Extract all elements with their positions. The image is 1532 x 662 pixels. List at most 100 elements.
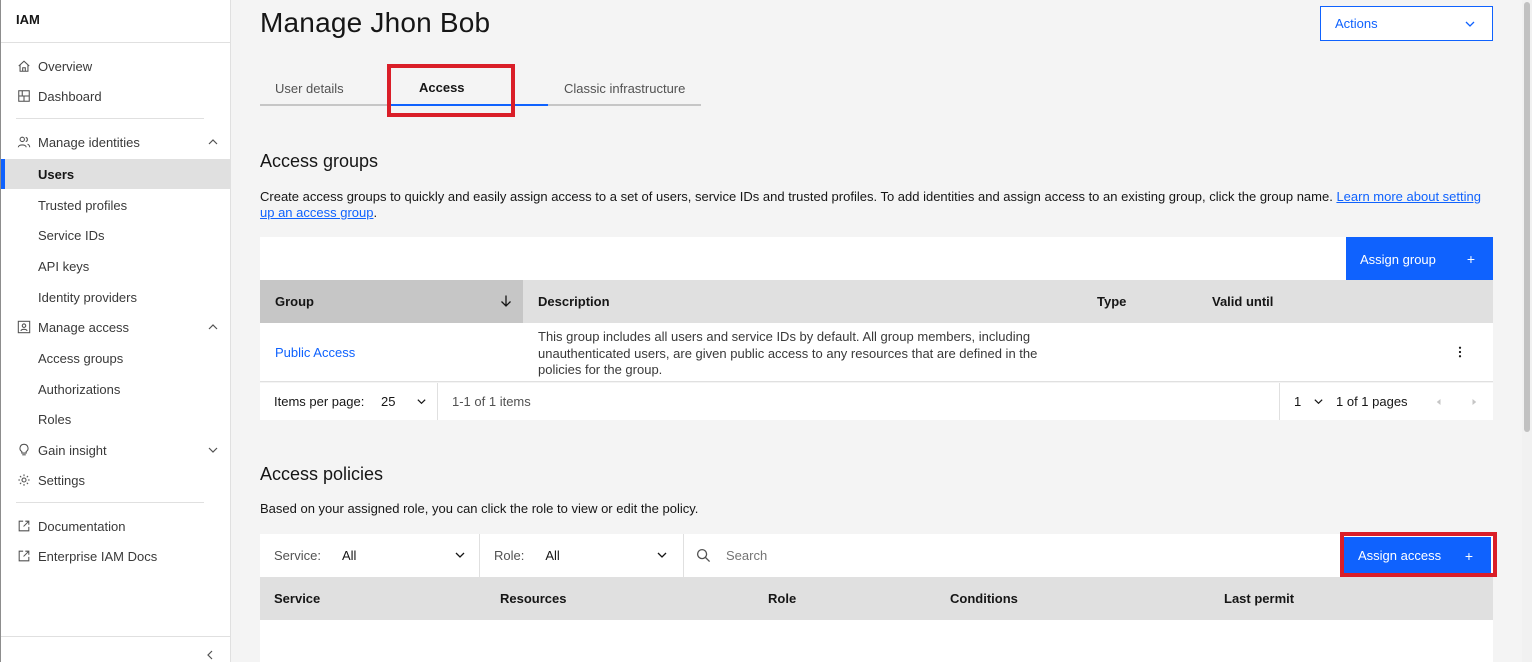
column-header-group[interactable]: Group [260, 280, 523, 323]
access-groups-table-header: Group Description Type Valid until [260, 280, 1493, 323]
launch-icon [17, 519, 31, 533]
user-access-icon [17, 320, 31, 334]
section-heading-access-groups: Access groups [260, 151, 379, 171]
divider [479, 534, 480, 577]
sidebar-item-service-ids[interactable]: Service IDs [1, 220, 231, 250]
launch-icon [17, 549, 31, 563]
column-header-valid-until[interactable]: Valid until [1212, 280, 1273, 323]
description-end: . [373, 205, 378, 220]
tab-label: Access [419, 79, 465, 95]
filter-value: All [545, 548, 560, 563]
divider [1279, 383, 1280, 420]
column-label: Resources [500, 591, 567, 606]
filter-label: Role: [494, 548, 525, 563]
sidebar-item-label: Gain insight [38, 442, 107, 458]
sidebar-item-label: Dashboard [38, 88, 102, 104]
sidebar-item-trusted-profiles[interactable]: Trusted profiles [1, 190, 231, 220]
tab-classic-infrastructure[interactable]: Classic infrastructure [548, 70, 701, 106]
sidebar-item-dashboard[interactable]: Dashboard [1, 81, 231, 111]
access-policies-toolbar: Service: All Role: All Assign access + [260, 534, 1493, 577]
items-per-page-select[interactable]: 25 [381, 383, 433, 420]
sidebar-item-documentation[interactable]: Documentation [1, 511, 231, 541]
sidebar-item-label: Identity providers [38, 289, 137, 305]
assign-group-button[interactable]: Assign group + [1346, 237, 1493, 281]
chevron-down-icon [657, 552, 667, 558]
overflow-menu-icon[interactable] [1450, 342, 1470, 362]
page-select[interactable]: 1 [1294, 383, 1328, 420]
column-header-last-permit[interactable]: Last permit [1224, 577, 1294, 620]
divider [16, 502, 204, 503]
search-field[interactable] [696, 534, 1336, 577]
column-label: Last permit [1224, 591, 1295, 606]
column-header-type[interactable]: Type [1097, 280, 1126, 323]
next-page-icon[interactable] [1467, 383, 1481, 420]
sidebar-item-label: Manage access [38, 319, 130, 335]
button-label: Assign access [1358, 548, 1442, 563]
filter-value: All [341, 548, 357, 563]
tab-access[interactable]: Access [388, 70, 548, 106]
sidebar-item-label: Authorizations [38, 381, 121, 397]
sidebar-item-identity-providers[interactable]: Identity providers [1, 282, 231, 312]
sidebar-item-label: Trusted profiles [38, 197, 128, 213]
service-filter[interactable]: Service: All [274, 534, 472, 577]
group-link[interactable]: Public Access [275, 345, 355, 360]
sidebar-item-settings[interactable]: Settings [1, 465, 231, 495]
assign-access-button[interactable]: Assign access + [1344, 537, 1491, 574]
scrollbar[interactable] [1522, 0, 1532, 662]
previous-page-icon[interactable] [1432, 383, 1446, 420]
table-row: Public Access This group includes all us… [260, 323, 1493, 382]
filter-label: Service: [274, 548, 321, 563]
chevron-down-icon [417, 399, 426, 405]
search-input[interactable] [726, 548, 1226, 563]
column-header-resources[interactable]: Resources [500, 577, 566, 620]
items-range: 1-1 of 1 items [452, 394, 531, 409]
actions-dropdown[interactable]: Actions [1320, 6, 1493, 41]
divider [1, 42, 231, 43]
sidebar-item-label: Enterprise IAM Docs [38, 548, 158, 564]
sidebar-item-label: Overview [38, 58, 93, 74]
column-header-role[interactable]: Role [768, 577, 796, 620]
sidebar: IAM Overview Dashboard Manage identities… [0, 0, 231, 662]
column-label: Role [768, 591, 797, 606]
tab-user-details[interactable]: User details [260, 70, 388, 106]
sidebar-item-label: Documentation [38, 518, 126, 534]
tab-label: Classic infrastructure [564, 80, 686, 96]
search-icon [696, 548, 711, 563]
role-filter[interactable]: Role: All [494, 534, 668, 577]
sidebar-item-authorizations[interactable]: Authorizations [1, 374, 231, 404]
collapse-sidebar-icon[interactable] [204, 649, 216, 661]
actions-label: Actions [1335, 16, 1378, 31]
sidebar-item-enterprise-iam-docs[interactable]: Enterprise IAM Docs [1, 541, 231, 571]
sidebar-item-access-groups[interactable]: Access groups [1, 343, 231, 373]
sidebar-item-label: Roles [38, 411, 72, 427]
pagination: Items per page: 25 1-1 of 1 items 1 1 of… [260, 383, 1493, 420]
sidebar-item-gain-insight[interactable]: Gain insight [1, 435, 231, 465]
divider [437, 383, 438, 420]
divider [1, 636, 231, 637]
home-icon [17, 59, 31, 73]
table-body [260, 620, 1493, 662]
sidebar-item-roles[interactable]: Roles [1, 404, 231, 434]
sidebar-item-manage-identities[interactable]: Manage identities [1, 127, 231, 157]
chevron-down-icon [208, 447, 218, 453]
arrow-down-icon [501, 295, 511, 307]
column-header-conditions[interactable]: Conditions [950, 577, 1018, 620]
scrollbar-thumb[interactable] [1524, 2, 1530, 432]
sidebar-item-api-keys[interactable]: API keys [1, 251, 231, 281]
access-groups-description: Create access groups to quickly and easi… [260, 189, 1495, 221]
tab-bar: User details Access Classic infrastructu… [260, 70, 701, 106]
column-header-service[interactable]: Service [274, 577, 320, 620]
sidebar-item-users[interactable]: Users [1, 159, 231, 189]
pages-count: 1 of 1 pages [1336, 394, 1408, 409]
add-icon: + [1466, 251, 1475, 267]
page-value: 1 [1294, 394, 1302, 409]
sidebar-item-label: Settings [38, 472, 85, 488]
settings-icon [17, 473, 31, 487]
sidebar-item-manage-access[interactable]: Manage access [1, 312, 231, 342]
column-label: Valid until [1212, 294, 1274, 309]
sidebar-item-overview[interactable]: Overview [1, 51, 231, 81]
sidebar-title: IAM [16, 12, 40, 27]
page-title: Manage Jhon Bob [260, 7, 491, 38]
sidebar-item-label: Users [38, 166, 75, 182]
column-label: Conditions [950, 591, 1018, 606]
